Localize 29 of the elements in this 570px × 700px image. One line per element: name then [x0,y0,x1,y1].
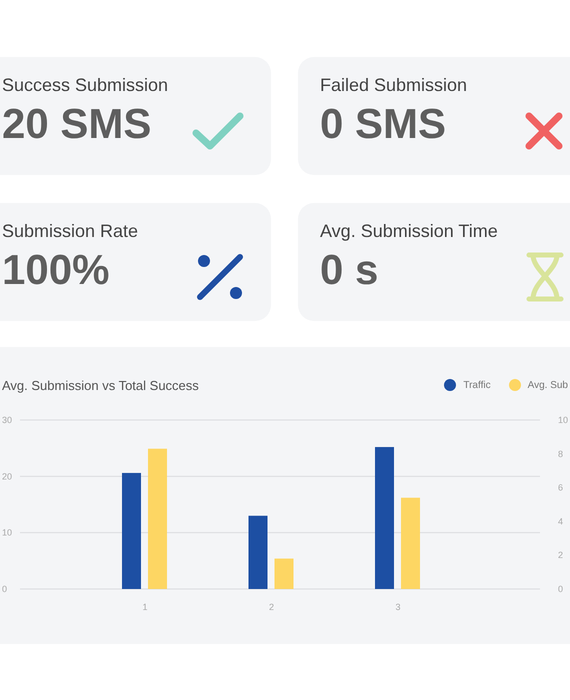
stat-value: 0 s [320,246,380,294]
axis-tick-label: 2 [558,550,564,560]
axis-tick-label: 6 [558,482,564,493]
stat-value: 20 SMS [2,100,152,148]
bar [274,558,294,589]
hourglass-icon [526,252,564,302]
axis-tick-label: 20 [2,471,12,482]
stat-label: Success Submission [2,75,170,96]
stat-value: 100% [2,246,110,294]
close-icon [524,111,564,151]
percent-icon [195,252,245,302]
axis-tick-label: 10 [558,415,568,425]
axis-tick-label: 2 [269,602,274,612]
stat-value: 0 SMS [320,100,448,148]
stat-label: Avg. Submission Time [320,221,499,242]
axis-tick-label: 1 [142,602,148,612]
legend-label: Traffic [463,380,491,390]
stat-label: Failed Submission [320,75,468,96]
legend-label: Avg. Sub [528,380,568,390]
axis-tick-label: 10 [2,528,12,538]
stat-label: Submission Rate [2,221,140,242]
axis-tick-label: 4 [558,516,564,526]
check-icon [191,111,245,151]
axis-tick-label: 8 [558,448,564,459]
axis-tick-label: 0 [558,584,564,594]
axis-tick-label: 3 [396,602,400,612]
chart-title: Avg. Submission vs Total Success [2,378,199,392]
axis-tick-label: 0 [2,584,8,594]
axis-tick-label: 30 [2,415,12,425]
